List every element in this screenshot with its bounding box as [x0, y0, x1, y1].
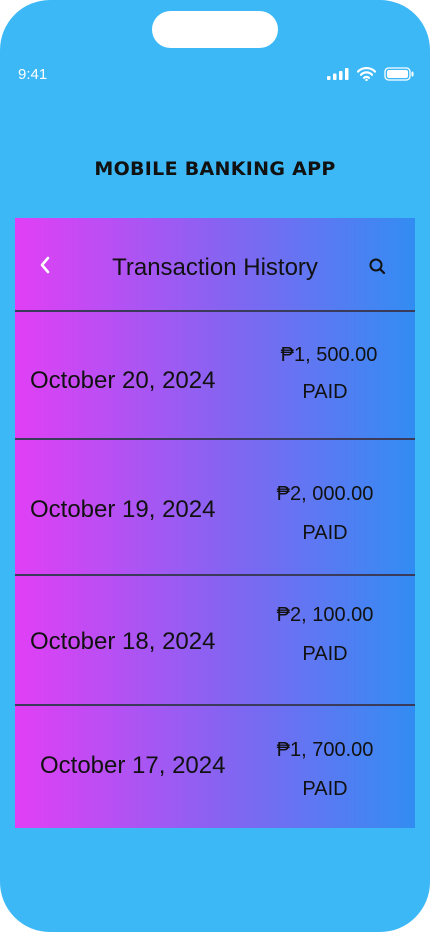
wifi-icon	[357, 67, 376, 81]
search-button[interactable]	[367, 256, 389, 278]
phone-screen: 9:41 MOBILE BANKING APP Transaction Hist…	[0, 0, 430, 932]
status-icons	[327, 66, 414, 82]
transaction-date: October 18, 2024	[30, 628, 216, 655]
battery-icon	[384, 67, 414, 81]
transaction-status: PAID	[302, 522, 348, 544]
status-time: 9:41	[18, 66, 48, 83]
transaction-date: October 19, 2024	[30, 496, 216, 523]
transaction-row[interactable]: October 19, 2024 ₱2, 000.00 PAID	[15, 440, 415, 576]
transaction-history-panel: Transaction History October 20, 2024 ₱1,…	[15, 218, 415, 828]
transaction-date: October 17, 2024	[40, 752, 226, 779]
transaction-amount: ₱1, 700.00	[276, 739, 374, 761]
transaction-status: PAID	[302, 778, 348, 800]
transaction-row[interactable]: October 17, 2024 ₱1, 700.00 PAID	[15, 706, 415, 828]
signal-icon	[327, 68, 349, 80]
panel-header: Transaction History	[15, 218, 415, 312]
app-title: MOBILE BANKING APP	[94, 158, 336, 180]
search-icon	[369, 258, 386, 275]
transaction-status: PAID	[302, 643, 348, 665]
transaction-date: October 20, 2024	[30, 367, 216, 394]
transaction-amount: ₱2, 100.00	[276, 604, 374, 626]
page-title: Transaction History	[112, 254, 318, 281]
transaction-row[interactable]: October 20, 2024 ₱1, 500.00 PAID	[15, 312, 415, 440]
transaction-amount: ₱1, 500.00	[280, 344, 378, 366]
transaction-status: PAID	[302, 381, 348, 403]
transaction-amount: ₱2, 000.00	[276, 483, 374, 505]
dynamic-island	[152, 11, 278, 48]
transaction-row[interactable]: October 18, 2024 ₱2, 100.00 PAID	[15, 576, 415, 706]
